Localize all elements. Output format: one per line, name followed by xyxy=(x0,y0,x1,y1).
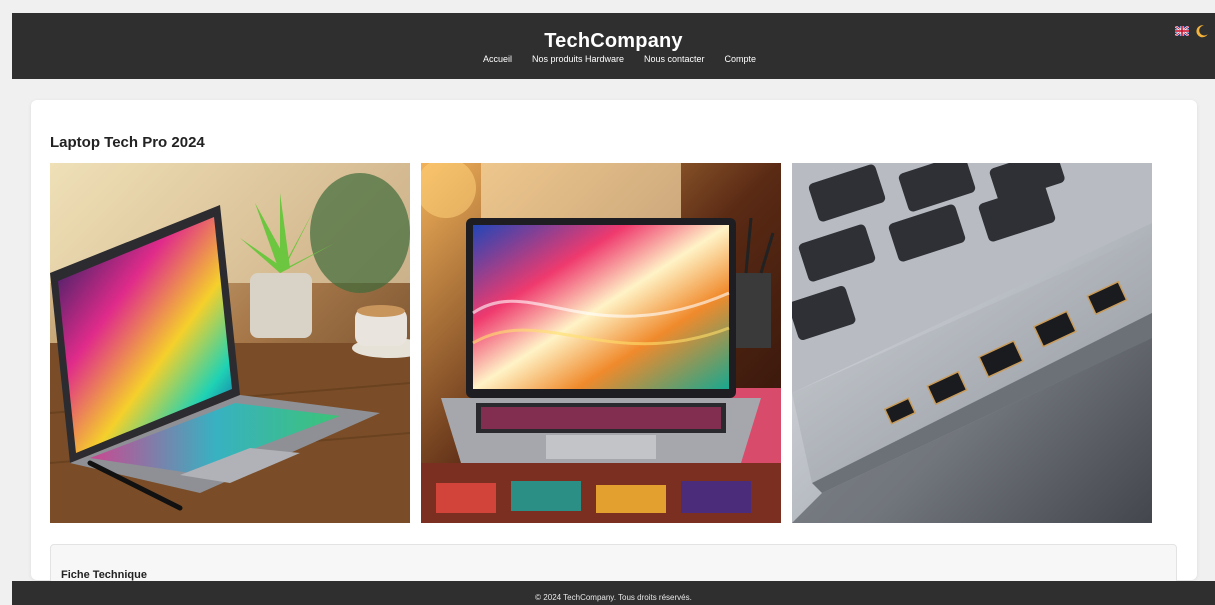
laptop-abstract-photo[interactable] xyxy=(421,163,781,523)
laptop-desk-photo[interactable] xyxy=(50,163,410,523)
nav-account[interactable]: Compte xyxy=(725,54,757,64)
product-title: Laptop Tech Pro 2024 xyxy=(50,134,205,151)
brand-title[interactable]: TechCompany xyxy=(12,30,1215,53)
spec-title: Fiche Technique xyxy=(61,569,147,581)
uk-flag-icon[interactable] xyxy=(1175,26,1189,36)
nav-products[interactable]: Nos produits Hardware xyxy=(532,54,624,64)
nav-accueil[interactable]: Accueil xyxy=(483,54,512,64)
tech-spec-panel: Fiche Technique xyxy=(50,544,1177,584)
site-footer: © 2024 TechCompany. Tous droits réservés… xyxy=(12,581,1215,605)
laptop-ports-photo[interactable] xyxy=(792,163,1152,523)
site-header: TechCompany Accueil Nos produits Hardwar… xyxy=(12,13,1215,79)
product-gallery xyxy=(50,163,1152,523)
product-card: Laptop Tech Pro 2024 Fiche Technique xyxy=(31,100,1197,584)
moon-icon[interactable] xyxy=(1195,24,1209,38)
main-nav: Accueil Nos produits Hardware Nous conta… xyxy=(12,54,1215,64)
header-tools xyxy=(1175,24,1209,38)
nav-contact[interactable]: Nous contacter xyxy=(644,54,705,64)
